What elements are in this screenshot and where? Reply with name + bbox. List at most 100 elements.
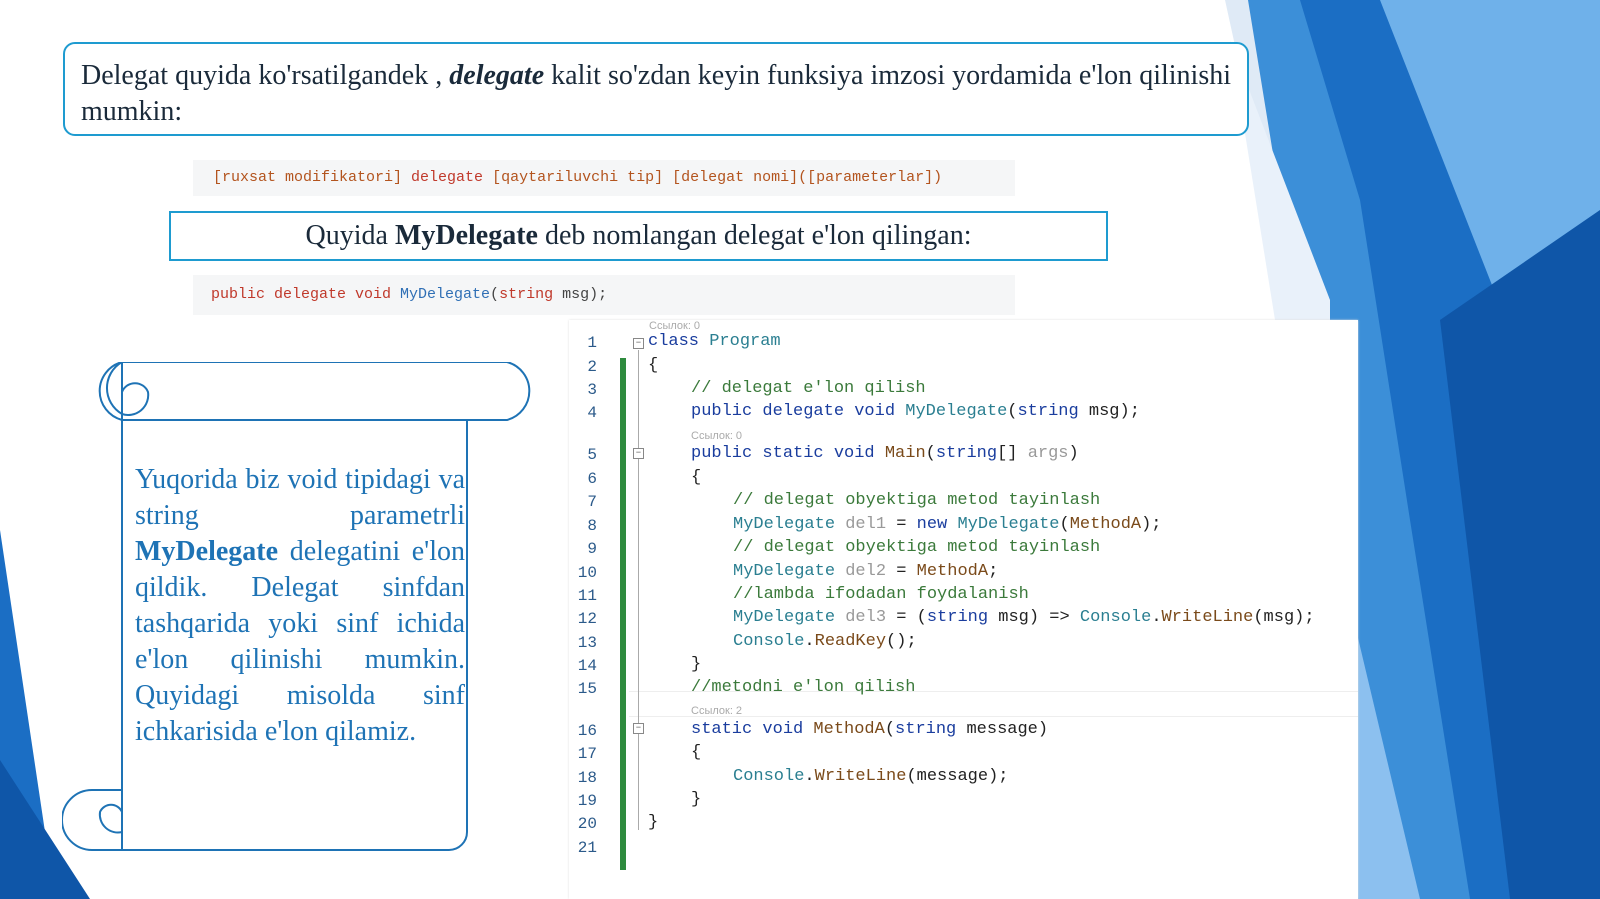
codelens-references-2[interactable]: Ссылок: 0 xyxy=(691,430,742,442)
line-number: 7 xyxy=(587,493,597,511)
code-line-4[interactable]: public delegate void MyDelegate(string m… xyxy=(691,402,1140,421)
code-token: ( xyxy=(1059,515,1070,534)
line-number: 20 xyxy=(577,815,597,833)
code-token: ( xyxy=(1007,402,1018,421)
fold-toggle-main[interactable]: − xyxy=(633,448,644,459)
codelens-references-3[interactable]: Ссылок: 2 xyxy=(691,705,742,717)
line-number: 21 xyxy=(577,839,597,857)
line-number: 5 xyxy=(587,446,597,464)
code-line-6[interactable]: { xyxy=(691,468,701,487)
code-token: string xyxy=(935,444,998,463)
intro-text-pre: Delegat quyida ko'rsatilgandek , xyxy=(81,60,450,91)
code-token: (msg); xyxy=(1253,608,1315,627)
line-number: 14 xyxy=(577,657,597,675)
code-token: ; xyxy=(988,562,999,581)
code-line-9[interactable]: // delegat obyektiga metod tayinlash xyxy=(733,538,1100,557)
intro-keyword: delegate xyxy=(449,60,545,91)
code-line-14[interactable]: } xyxy=(691,655,701,674)
code-token: ) xyxy=(1068,444,1079,463)
line-number: 9 xyxy=(587,540,597,558)
code-token: public delegate void xyxy=(691,402,906,421)
code-line-18[interactable]: Console.WriteLine(message); xyxy=(733,767,1008,786)
decl-callout-bold: MyDelegate xyxy=(394,220,538,251)
code-line-15[interactable]: //metodni e'lon qilish xyxy=(691,678,915,697)
line-number: 8 xyxy=(587,517,597,535)
code-token: string xyxy=(1017,402,1079,421)
code-token: MethodA xyxy=(1069,515,1142,534)
declaration-code-block: public delegate void MyDelegate(string m… xyxy=(193,275,1015,315)
decl-name: MyDelegate xyxy=(400,286,491,303)
code-token: [] xyxy=(997,444,1028,463)
code-token: string xyxy=(895,720,957,739)
code-token: Program xyxy=(709,332,781,351)
code-token: static void xyxy=(691,720,814,739)
code-line-12[interactable]: MyDelegate del3 = (string msg) => Consol… xyxy=(733,608,1315,627)
code-token: . xyxy=(804,632,815,651)
code-line-13[interactable]: Console.ReadKey(); xyxy=(733,632,917,651)
code-token: ( xyxy=(925,444,936,463)
code-token: WriteLine xyxy=(1161,608,1254,627)
code-line-10[interactable]: MyDelegate del2 = MethodA; xyxy=(733,562,998,581)
decl-type: string xyxy=(499,286,554,303)
syntax-keyword: delegate xyxy=(411,169,484,186)
code-line-11[interactable]: //lambda ifodadan foydalanish xyxy=(733,585,1029,604)
code-token: = xyxy=(886,562,917,581)
line-number: 19 xyxy=(577,792,597,810)
code-line-8[interactable]: MyDelegate del1 = new MyDelegate(MethodA… xyxy=(733,515,1162,534)
fold-guide-class xyxy=(638,350,639,830)
code-line-17[interactable]: { xyxy=(691,743,701,762)
code-token: MyDelegate xyxy=(733,608,846,627)
code-token: = xyxy=(886,515,917,534)
code-token: message) xyxy=(956,720,1049,739)
declaration-callout: Quyida MyDelegate deb nomlangan delegat … xyxy=(169,211,1108,261)
code-line-5[interactable]: public static void Main(string[] args) xyxy=(691,444,1079,463)
code-token: MyDelegate xyxy=(733,515,846,534)
code-token: msg) => xyxy=(988,608,1080,627)
scroll-text-bold: MyDelegate xyxy=(135,536,279,567)
code-token: MyDelegate xyxy=(957,515,1060,534)
code-token: . xyxy=(1151,608,1162,627)
fold-toggle-class[interactable]: − xyxy=(633,338,644,349)
code-token: MethodA xyxy=(916,562,989,581)
code-token: class xyxy=(648,332,710,351)
syntax-part-2: [qaytariluvchi tip] [delegat nomi]([para… xyxy=(483,169,943,186)
code-token: string xyxy=(926,608,989,627)
code-token: Console xyxy=(733,767,805,786)
code-editor[interactable]: Ссылок: 0 Ссылок: 0 Ссылок: 2 − − − 1 2 … xyxy=(569,320,1358,899)
code-line-20[interactable]: } xyxy=(648,813,658,832)
code-token: MyDelegate xyxy=(905,402,1008,421)
code-token: Main xyxy=(884,444,926,463)
line-number: 3 xyxy=(587,381,597,399)
code-line-16[interactable]: static void MethodA(string message) xyxy=(691,720,1048,739)
line-number: 2 xyxy=(587,358,597,376)
code-line-1[interactable]: class Program xyxy=(648,332,781,351)
code-line-2[interactable]: { xyxy=(648,356,658,375)
code-token: del3 xyxy=(845,608,887,627)
line-number: 15 xyxy=(577,680,597,698)
line-number: 11 xyxy=(577,587,597,605)
code-token: public static void xyxy=(691,444,885,463)
code-token: MyDelegate xyxy=(733,562,846,581)
code-token: del1 xyxy=(845,515,887,534)
line-number: 17 xyxy=(577,745,597,763)
line-number: 1 xyxy=(587,334,597,352)
code-token: new xyxy=(916,515,958,534)
code-token: ReadKey xyxy=(814,632,887,651)
line-number: 6 xyxy=(587,470,597,488)
scroll-text-1: Yuqorida biz void tipidagi va string par… xyxy=(135,464,465,531)
code-token: WriteLine xyxy=(814,767,907,786)
line-number: 18 xyxy=(577,769,597,787)
code-token: (); xyxy=(886,632,917,651)
code-line-19[interactable]: } xyxy=(691,790,701,809)
scroll-text-2: delegatini e'lon qildik. Delegat sinfdan… xyxy=(135,536,465,747)
code-line-7[interactable]: // delegat obyektiga metod tayinlash xyxy=(733,491,1100,510)
line-number: 10 xyxy=(577,564,597,582)
decl-callout-post: deb nomlangan delegat e'lon qilingan: xyxy=(538,220,972,251)
decl-keywords: public delegate void xyxy=(211,286,401,303)
line-number: 12 xyxy=(577,610,597,628)
codelens-references-1[interactable]: Ссылок: 0 xyxy=(649,320,700,332)
code-line-3[interactable]: // delegat e'lon qilish xyxy=(691,379,926,398)
fold-toggle-method[interactable]: − xyxy=(633,723,644,734)
change-indicator-bar xyxy=(620,358,626,870)
code-token: . xyxy=(804,767,815,786)
